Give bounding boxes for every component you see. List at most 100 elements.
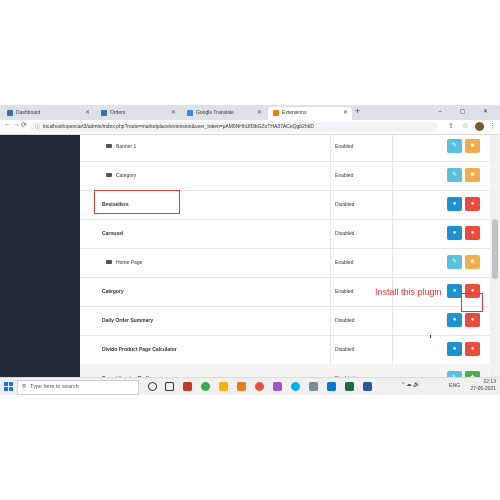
windows-taskbar: ⚲ Type here to search ^ ☁ 🔊 ENG 22:13 27-… [0,377,500,395]
back-icon[interactable]: ← [4,121,11,128]
task-view-icon[interactable] [165,382,174,391]
star-icon[interactable]: ☆ [462,122,468,130]
scrollbar-thumb[interactable] [492,219,498,279]
tab-google-translate[interactable]: Google Translate ✕ [182,107,266,120]
table-row: Divido Product Page Calculator Disabled ● ● [80,335,490,365]
tab-label: Google Translate [196,110,235,116]
extension-label: Divido Product Page Calculator [102,347,177,353]
table-row: Banner 1 Enabled ✎ ■ [80,132,490,162]
extension-label: Category [102,289,124,295]
extension-name: Divido Product Page Calculator [102,347,177,353]
extension-label: Banner 1 [116,144,137,150]
info-icon[interactable]: ⓘ [35,122,40,132]
vscode-icon[interactable] [327,382,336,391]
info-button[interactable]: ● [447,284,462,298]
skype-icon[interactable] [291,382,300,391]
extension-name: Home Page [106,259,143,266]
file-explorer-icon[interactable] [219,382,228,391]
table-row: Carousel Disabled ● ● [80,219,490,249]
close-icon[interactable]: ✕ [343,107,348,120]
tab-label: Dashboard [16,110,41,116]
uninstall-button[interactable]: ● [465,197,480,211]
reload-icon[interactable]: ⟳ [21,121,27,129]
info-button[interactable]: ● [447,342,462,356]
status-text: Disabled [335,202,355,208]
google-translate-favicon-icon [187,109,193,116]
close-icon[interactable]: ✕ [171,107,176,120]
extension-name: Daily Order Summary [102,318,153,324]
tab-bar: Dashboard ✕ Orders ✕ Google Translate ✕ Ext… [0,105,500,120]
highlight-box-install-button [461,293,483,312]
opencart-favicon-icon [7,109,13,116]
info-button[interactable]: ● [447,313,462,327]
tab-label: Extensions [282,110,307,116]
system-tray-icons[interactable]: ^ ☁ 🔊 [402,382,420,388]
extension-list: Banner 1 Enabled ✎ ■ Category Enabled ✎ ■ Bestse… [80,132,490,394]
extensions-favicon-icon [273,109,279,116]
admin-sidebar [0,135,80,377]
highlight-box-plugin-name [94,190,180,214]
status-text: Enabled [335,260,354,266]
forward-icon[interactable]: → [13,121,20,128]
windows-start-icon[interactable] [4,382,13,391]
excel-icon[interactable] [345,382,354,391]
status-text: Disabled [335,318,355,324]
extension-name: Category [106,172,136,179]
search-placeholder: Type here to search [30,384,79,390]
edit-button[interactable]: ✎ [447,139,462,153]
table-row: Daily Order Summary Disabled ● ● [80,306,490,336]
clock-time: 22:13 [483,379,496,385]
app-icon[interactable] [273,382,282,391]
info-button[interactable]: ● [447,197,462,211]
app-icon[interactable] [183,382,192,391]
extension-name: Banner 1 [106,143,137,150]
menu-icon[interactable]: ⋮ [489,122,496,130]
share-icon[interactable]: ⇪ [448,122,454,130]
uninstall-button[interactable]: ■ [465,168,480,182]
folder-icon [106,259,112,264]
opencart-favicon-icon [101,109,107,116]
close-icon[interactable]: ✕ [257,107,262,120]
uninstall-button[interactable]: ● [465,313,480,327]
status-text: Disabled [335,347,355,353]
new-tab-button[interactable]: + [355,106,360,116]
status-text: Enabled [335,144,354,150]
xampp-icon[interactable] [237,382,246,391]
extension-label: Home Page [116,260,143,266]
folder-icon [106,143,112,148]
extension-name: Carousel [102,231,123,237]
language-indicator[interactable]: ENG [449,383,460,390]
uninstall-button[interactable]: ■ [465,255,480,269]
uninstall-button[interactable]: ■ [465,139,480,153]
tab-dashboard[interactable]: Dashboard ✕ [2,107,94,120]
edit-button[interactable]: ✎ [447,168,462,182]
edit-button[interactable]: ✎ [447,255,462,269]
tab-orders[interactable]: Orders ✕ [96,107,180,120]
cortana-icon[interactable] [148,382,157,391]
uninstall-button[interactable]: ● [465,342,480,356]
uninstall-button[interactable]: ● [465,226,480,240]
system-clock[interactable]: ENG 22:13 27-05-2021 [449,379,496,393]
table-row: Category Enabled ✎ ■ [80,161,490,191]
annotation-text: Install this plugin [375,287,442,297]
extension-name: Category [102,289,124,295]
close-icon[interactable]: ✕ [85,107,90,120]
app-icon[interactable] [309,382,318,391]
chrome-icon[interactable] [201,382,210,391]
word-icon[interactable] [363,382,372,391]
window-controls[interactable]: – ▢ ✕ [439,105,496,120]
admin-page: Banner 1 Enabled ✎ ■ Category Enabled ✎ ■ Bestse… [0,132,500,394]
taskbar-search-input[interactable]: ⚲ Type here to search [17,380,139,395]
extension-label: Carousel [102,231,124,237]
tab-extensions[interactable]: Extensions ✕ [268,107,352,120]
info-button[interactable]: ● [447,226,462,240]
profile-avatar[interactable] [475,122,484,131]
mouse-cursor [430,335,431,338]
address-bar[interactable]: ⓘ localhost/opencart3/admin/index.php?rou… [30,122,438,132]
page-scrollbar[interactable] [490,135,500,377]
folder-icon [106,172,112,177]
url-text: localhost/opencart3/admin/index.php?rout… [43,124,315,130]
app-icon[interactable] [255,382,264,391]
search-icon: ⚲ [22,384,27,390]
table-row: Home Page Enabled ✎ ■ [80,248,490,278]
